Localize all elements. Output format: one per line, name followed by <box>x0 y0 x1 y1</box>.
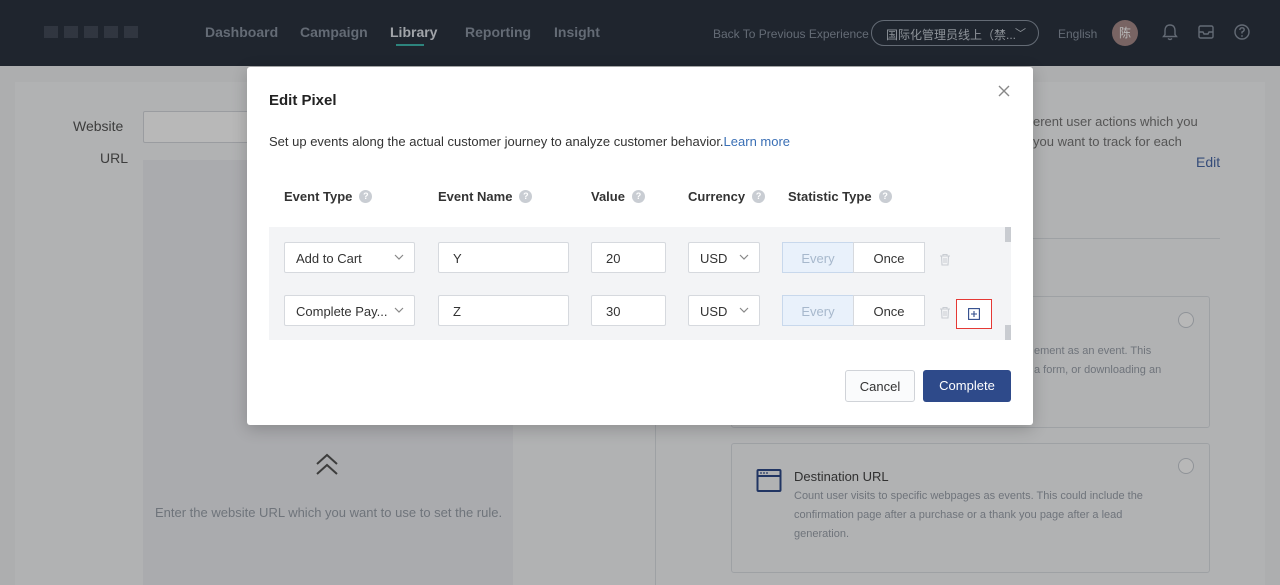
trash-icon[interactable] <box>939 253 951 266</box>
question-icon[interactable]: ? <box>631 190 645 203</box>
plus-square-icon <box>968 308 980 320</box>
scrollbar[interactable] <box>1005 227 1011 340</box>
chevron-down-icon <box>739 307 749 313</box>
column-header-statistic-type: Statistic Type? <box>788 189 892 204</box>
value-input[interactable]: 20 <box>591 242 666 273</box>
complete-button[interactable]: Complete <box>923 370 1011 402</box>
edit-pixel-modal: Edit Pixel Set up events along the actua… <box>247 67 1033 425</box>
event-type-select[interactable]: Complete Pay... <box>284 295 415 326</box>
question-icon[interactable]: ? <box>752 190 766 203</box>
column-header-label: Statistic Type <box>788 189 872 204</box>
column-header-label: Event Name <box>438 189 513 204</box>
question-icon[interactable]: ? <box>359 190 373 203</box>
chevron-down-icon <box>394 254 404 260</box>
question-icon[interactable]: ? <box>878 190 892 203</box>
statistic-every-option[interactable]: Every <box>782 295 854 326</box>
close-icon[interactable] <box>997 84 1011 98</box>
column-header-currency: Currency? <box>688 189 766 204</box>
column-header-label: Value <box>591 189 625 204</box>
column-header-event-type: Event Type? <box>284 189 373 204</box>
event-type-value: Complete Pay... <box>296 304 388 319</box>
column-header-label: Event Type <box>284 189 353 204</box>
add-event-button[interactable] <box>956 299 992 329</box>
column-header-label: Currency <box>688 189 746 204</box>
statistic-once-option[interactable]: Once <box>853 295 925 326</box>
question-icon[interactable]: ? <box>519 190 533 203</box>
chevron-down-icon <box>739 254 749 260</box>
currency-select[interactable]: USD <box>688 242 760 273</box>
modal-title: Edit Pixel <box>269 92 337 109</box>
currency-select[interactable]: USD <box>688 295 760 326</box>
column-header-value: Value? <box>591 189 645 204</box>
value-input[interactable]: 30 <box>591 295 666 326</box>
cancel-button[interactable]: Cancel <box>845 370 915 402</box>
chevron-down-icon <box>394 307 404 313</box>
currency-value: USD <box>700 251 728 266</box>
event-type-value: Add to Cart <box>296 251 362 266</box>
currency-value: USD <box>700 304 728 319</box>
statistic-every-option[interactable]: Every <box>782 242 854 273</box>
column-header-event-name: Event Name? <box>438 189 533 204</box>
event-type-select[interactable]: Add to Cart <box>284 242 415 273</box>
event-name-input[interactable]: Z <box>438 295 569 326</box>
event-name-input[interactable]: Y <box>438 242 569 273</box>
scrollbar-thumb[interactable] <box>1005 325 1011 340</box>
modal-description: Set up events along the actual customer … <box>269 134 790 149</box>
statistic-once-option[interactable]: Once <box>853 242 925 273</box>
scrollbar-thumb[interactable] <box>1005 227 1011 242</box>
learn-more-link[interactable]: Learn more <box>724 134 790 149</box>
modal-description-text: Set up events along the actual customer … <box>269 134 724 149</box>
trash-icon[interactable] <box>939 306 951 319</box>
